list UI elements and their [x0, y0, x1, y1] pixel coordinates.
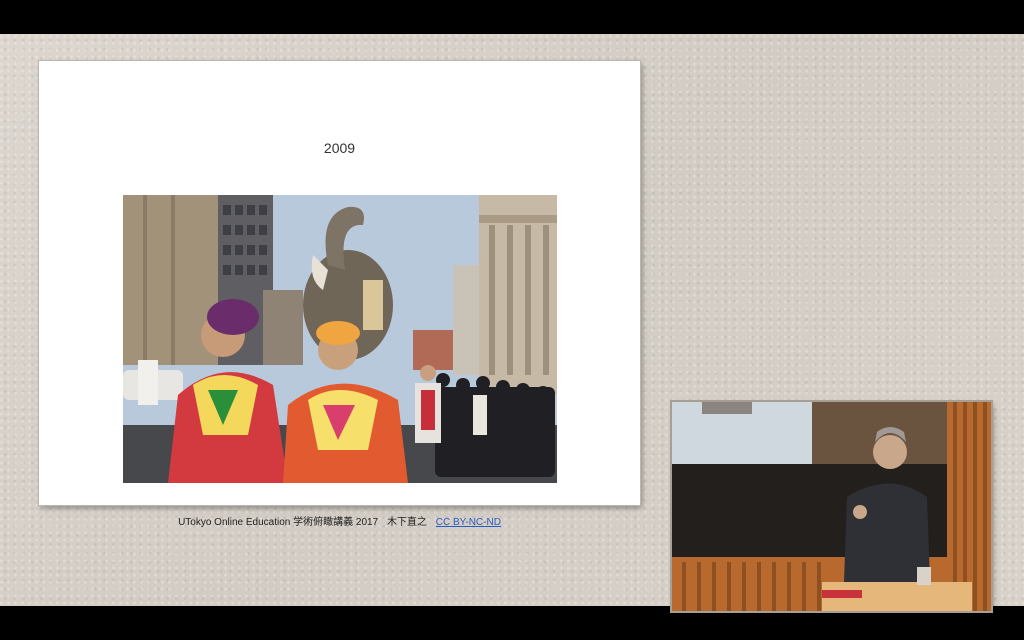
- credit-text: UTokyo Online Education 学術俯瞰講義 2017: [178, 517, 379, 528]
- credit-author: 木下直之: [386, 517, 427, 528]
- lecture-slide: 2009 UTokyo Online Education 学術俯瞰講義 2017…: [39, 61, 640, 528]
- slide-credit: UTokyo Online Education 学術俯瞰講義 2017 木下直之…: [39, 513, 640, 528]
- license-link[interactable]: CC BY-NC-ND: [436, 517, 501, 528]
- slide-title: 2009: [323, 140, 356, 156]
- lecturer-video-graphic: [672, 402, 991, 611]
- parade-photo-graphic: [123, 195, 557, 483]
- lecturer-video: [672, 402, 991, 611]
- presentation-background: 2009 UTokyo Online Education 学術俯瞰講義 2017…: [0, 34, 1024, 611]
- parade-photo: [123, 195, 557, 483]
